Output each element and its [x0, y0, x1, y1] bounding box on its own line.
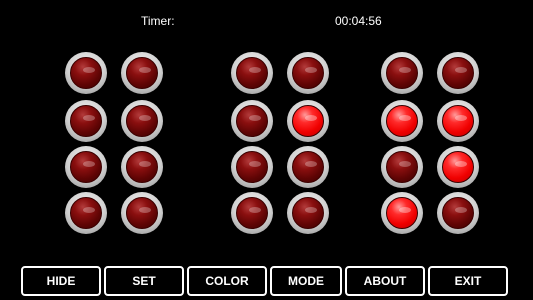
led-highlight	[455, 161, 467, 167]
led-highlight	[83, 67, 95, 73]
led-lamp	[442, 57, 474, 89]
led-highlight	[305, 207, 317, 213]
led-col2-row1	[121, 52, 163, 94]
led-highlight	[305, 115, 317, 121]
led-highlight	[249, 207, 261, 213]
hide-button[interactable]: HIDE	[21, 266, 101, 296]
led-lamp	[442, 105, 474, 137]
led-col3-row4	[231, 192, 273, 234]
led-col1-row1	[65, 52, 107, 94]
led-col5-row1	[381, 52, 423, 94]
led-lamp	[126, 151, 158, 183]
led-lamp	[442, 197, 474, 229]
led-lamp	[236, 57, 268, 89]
led-col4-row4	[287, 192, 329, 234]
led-lamp	[70, 151, 102, 183]
led-lamp	[126, 197, 158, 229]
led-highlight	[455, 207, 467, 213]
led-highlight	[249, 115, 261, 121]
led-col1-row2	[65, 100, 107, 142]
binary-clock-grid	[0, 0, 533, 260]
led-highlight	[305, 67, 317, 73]
about-button[interactable]: ABOUT	[345, 266, 425, 296]
led-col5-row2	[381, 100, 423, 142]
led-col6-row4	[437, 192, 479, 234]
led-lamp	[292, 57, 324, 89]
led-lamp	[70, 197, 102, 229]
exit-button[interactable]: EXIT	[428, 266, 508, 296]
led-col6-row1	[437, 52, 479, 94]
led-highlight	[139, 161, 151, 167]
led-lamp	[126, 105, 158, 137]
led-lamp	[386, 197, 418, 229]
led-lamp	[236, 151, 268, 183]
led-col5-row4	[381, 192, 423, 234]
led-lamp	[292, 197, 324, 229]
led-highlight	[139, 115, 151, 121]
led-highlight	[455, 115, 467, 121]
led-col6-row3	[437, 146, 479, 188]
led-highlight	[139, 207, 151, 213]
led-lamp	[442, 151, 474, 183]
led-highlight	[249, 67, 261, 73]
led-highlight	[83, 115, 95, 121]
led-col4-row2	[287, 100, 329, 142]
led-lamp	[70, 105, 102, 137]
led-lamp	[386, 105, 418, 137]
color-button[interactable]: COLOR	[187, 266, 267, 296]
led-col4-row3	[287, 146, 329, 188]
led-lamp	[292, 151, 324, 183]
led-lamp	[236, 105, 268, 137]
led-col1-row4	[65, 192, 107, 234]
led-lamp	[236, 197, 268, 229]
led-col2-row2	[121, 100, 163, 142]
led-highlight	[399, 115, 411, 121]
led-highlight	[455, 67, 467, 73]
led-highlight	[249, 161, 261, 167]
led-col3-row2	[231, 100, 273, 142]
led-highlight	[139, 67, 151, 73]
set-button[interactable]: SET	[104, 266, 184, 296]
led-col1-row3	[65, 146, 107, 188]
led-highlight	[83, 161, 95, 167]
led-lamp	[126, 57, 158, 89]
led-highlight	[83, 207, 95, 213]
led-highlight	[399, 161, 411, 167]
button-bar: HIDE SET COLOR MODE ABOUT EXIT	[21, 266, 511, 296]
led-highlight	[399, 207, 411, 213]
led-lamp	[292, 105, 324, 137]
led-col2-row3	[121, 146, 163, 188]
led-col6-row2	[437, 100, 479, 142]
led-col5-row3	[381, 146, 423, 188]
mode-button[interactable]: MODE	[270, 266, 342, 296]
led-col2-row4	[121, 192, 163, 234]
led-highlight	[305, 161, 317, 167]
led-lamp	[386, 57, 418, 89]
led-col3-row3	[231, 146, 273, 188]
led-highlight	[399, 67, 411, 73]
led-col4-row1	[287, 52, 329, 94]
led-lamp	[70, 57, 102, 89]
led-col3-row1	[231, 52, 273, 94]
led-lamp	[386, 151, 418, 183]
